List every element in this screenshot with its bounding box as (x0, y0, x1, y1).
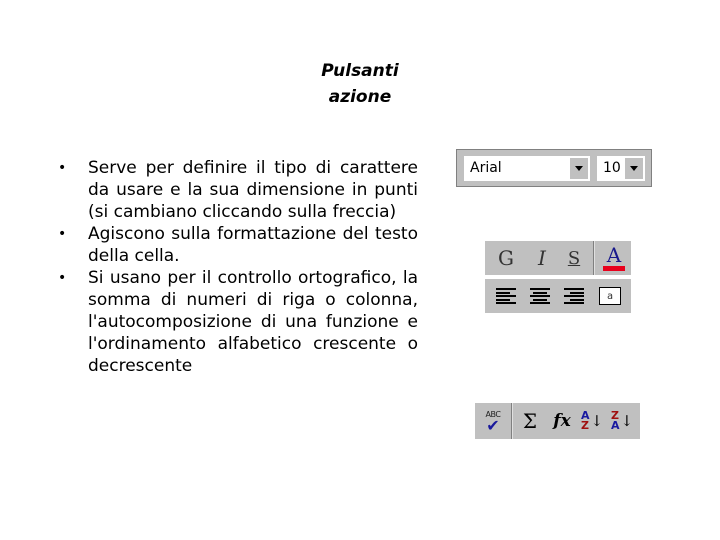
font-color-swatch (603, 266, 625, 271)
align-right-button[interactable] (557, 279, 591, 313)
font-color-icon: A (606, 243, 622, 267)
spelling-check-icon: ✔ (486, 415, 500, 435)
tools-toolbar: ABC ✔ Σ fx A Z ↓ Z A ↓ (475, 403, 640, 439)
font-toolbar: Arial 10 (456, 149, 652, 187)
italic-button[interactable]: I (525, 241, 559, 275)
font-name-dropdown-arrow-icon[interactable] (570, 158, 588, 179)
toolbar-separator (593, 241, 595, 275)
alignment-toolbar: a (485, 279, 631, 313)
function-wizard-button[interactable]: fx (547, 403, 577, 439)
merge-center-button[interactable]: a (593, 279, 627, 313)
slide-title: Pulsanti azione (290, 58, 430, 110)
toolbar-separator (511, 403, 513, 439)
bullet-item: Serve per definire il tipo di carattere … (58, 157, 418, 223)
font-size-dropdown-arrow-icon[interactable] (625, 158, 643, 179)
sort-ascending-icon: A Z (580, 409, 590, 432)
font-color-button[interactable]: A (597, 241, 631, 275)
font-name-value: Arial (470, 160, 502, 176)
align-left-button[interactable] (489, 279, 523, 313)
font-size-value: 10 (603, 160, 621, 176)
bullet-item: Si usano per il controllo ortografico, l… (58, 267, 418, 377)
underline-button[interactable]: S (557, 241, 591, 275)
align-right-icon (564, 288, 584, 304)
title-line-2: azione (328, 87, 392, 107)
align-center-button[interactable] (523, 279, 557, 313)
arrow-down-icon: ↓ (590, 412, 604, 430)
title-line-1: Pulsanti (321, 61, 399, 81)
align-center-icon (530, 288, 550, 304)
format-toolbar: G I S A (485, 241, 631, 275)
sort-descending-button[interactable]: Z A ↓ (607, 403, 637, 439)
font-name-select[interactable]: Arial (463, 155, 591, 182)
bold-button[interactable]: G (489, 241, 523, 275)
bullet-list: Serve per definire il tipo di carattere … (58, 157, 418, 377)
autosum-button[interactable]: Σ (515, 403, 545, 439)
font-size-select[interactable]: 10 (596, 155, 646, 182)
arrow-down-icon: ↓ (620, 412, 634, 430)
bullet-item: Agiscono sulla formattazione del testo d… (58, 223, 418, 267)
sort-ascending-button[interactable]: A Z ↓ (577, 403, 607, 439)
spelling-button[interactable]: ABC ✔ (477, 403, 509, 439)
sort-descending-icon: Z A (610, 409, 620, 432)
merge-center-icon: a (599, 287, 621, 305)
align-left-icon (496, 288, 516, 304)
